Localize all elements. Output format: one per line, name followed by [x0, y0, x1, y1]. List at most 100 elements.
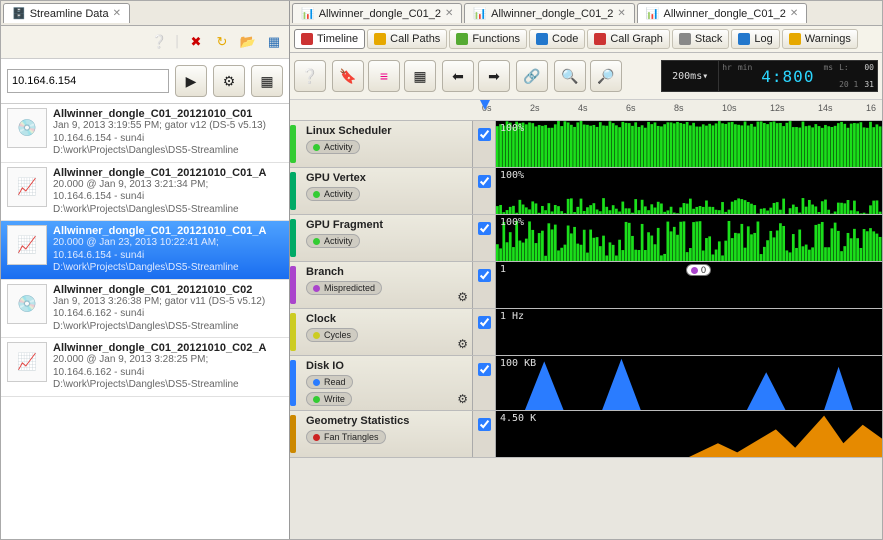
capture-item[interactable]: 📈 Allwinner_dongle_C01_20121010_C02_A 20…	[1, 338, 289, 397]
track-stripe	[290, 219, 296, 257]
close-icon[interactable]: ✕	[617, 8, 625, 19]
gear-icon[interactable]: ⚙	[457, 290, 468, 304]
metric-chip[interactable]: Activity	[306, 187, 360, 201]
track-graph[interactable]: 100 KB	[496, 356, 882, 410]
track-header[interactable]: Clock Cycles ⚙	[290, 309, 473, 355]
track-header[interactable]: GPU Fragment Activity	[290, 215, 473, 261]
tab-label: Allwinner_dongle_C01_2	[491, 8, 613, 20]
capture-item[interactable]: 💿 Allwinner_dongle_C01_20121010_C02 Jan …	[1, 280, 289, 339]
link-button[interactable]: 🔗	[516, 60, 548, 92]
track-name: Linux Scheduler	[306, 125, 466, 137]
capture-meta: 10.164.6.154 - sun4i	[53, 250, 283, 263]
left-toolbar: ❔ │ ✖ ↻ 📂 ▦	[1, 26, 289, 59]
tab-label: Allwinner_dongle_C01_2	[664, 8, 786, 20]
help-button[interactable]: ❔	[294, 60, 326, 92]
metric-chip[interactable]: Activity	[306, 140, 360, 154]
dot-icon	[313, 191, 320, 198]
track-graph[interactable]: 100%	[496, 121, 882, 167]
metric-chip[interactable]: Write	[306, 392, 352, 406]
subtab-call-graph[interactable]: Call Graph	[587, 29, 670, 49]
track-header[interactable]: Linux Scheduler Activity	[290, 121, 473, 167]
bookmark-button[interactable]: 🔖	[332, 60, 364, 92]
track-checkbox[interactable]	[478, 269, 491, 282]
metric-chip[interactable]: Read	[306, 375, 353, 389]
subtab-functions[interactable]: Functions	[449, 29, 527, 49]
track-checkbox[interactable]	[478, 128, 491, 141]
prev-button[interactable]: ⬅	[442, 60, 474, 92]
track-header[interactable]: Disk IO Read Write ⚙	[290, 356, 473, 410]
timeline-tracks[interactable]: Linux Scheduler Activity 100% GPU Vertex…	[290, 121, 882, 539]
tiles-button[interactable]: ▦	[404, 60, 436, 92]
subtab-log[interactable]: Log	[731, 29, 779, 49]
track-graph[interactable]: 100%	[496, 215, 882, 261]
subtab-warnings[interactable]: Warnings	[782, 29, 858, 49]
metric-chip[interactable]: Cycles	[306, 328, 358, 342]
address-input[interactable]	[7, 69, 169, 93]
track-checkbox[interactable]	[478, 175, 491, 188]
capture-meta: D:\work\Projects\Dangles\DS5-Streamline	[53, 262, 283, 275]
gear-icon[interactable]: ⚙	[457, 337, 468, 351]
track-stripe	[290, 313, 296, 351]
marker-badge[interactable]: 0	[686, 264, 711, 276]
dot-icon	[313, 396, 320, 403]
close-icon[interactable]: ✕	[445, 8, 453, 19]
zoom-in-button[interactable]: 🔍	[554, 60, 586, 92]
subtab-icon	[374, 33, 386, 45]
track-branch: Branch Mispredicted ⚙ 1 0	[290, 262, 882, 309]
capture-item[interactable]: 📈 Allwinner_dongle_C01_20121010_C01_A 20…	[1, 221, 289, 280]
tab-streamline-data[interactable]: 🗄️ Streamline Data ✕	[3, 3, 130, 23]
track-checkbox[interactable]	[478, 363, 491, 376]
editor-tab[interactable]: 📊Allwinner_dongle_C01_2✕	[637, 3, 807, 23]
track-graph[interactable]: 4.50 K	[496, 411, 882, 457]
capture-list[interactable]: 💿 Allwinner_dongle_C01_20121010_C01 Jan …	[1, 104, 289, 539]
capture-meta: 20.000 @ Jan 9, 2013 3:21:34 PM;	[53, 179, 283, 192]
delete-icon[interactable]: ✖	[185, 31, 207, 53]
track-checkbox[interactable]	[478, 316, 491, 329]
metric-chip[interactable]: Fan Triangles	[306, 430, 386, 444]
track-linux-scheduler: Linux Scheduler Activity 100%	[290, 121, 882, 168]
track-geometry-statistics: Geometry Statistics Fan Triangles 4.50 K	[290, 411, 882, 458]
close-icon[interactable]: ✕	[113, 8, 121, 19]
settings-button[interactable]: ⚙	[213, 65, 245, 97]
track-graph[interactable]: 100%	[496, 168, 882, 214]
track-header[interactable]: Branch Mispredicted ⚙	[290, 262, 473, 308]
zoom-out-button[interactable]: 🔎	[590, 60, 622, 92]
subtab-timeline[interactable]: Timeline	[294, 29, 365, 49]
track-graph[interactable]: 1 0	[496, 262, 882, 308]
capture-item[interactable]: 💿 Allwinner_dongle_C01_20121010_C01 Jan …	[1, 104, 289, 163]
time-ruler[interactable]: 0s2s4s6s8s10s12s14s16	[290, 100, 882, 121]
gear-icon[interactable]: ⚙	[457, 392, 468, 406]
subtab-call-paths[interactable]: Call Paths	[367, 29, 447, 49]
grid-button[interactable]: ▦	[251, 65, 283, 97]
metric-chip[interactable]: Mispredicted	[306, 281, 382, 295]
subtab-label: Call Paths	[390, 33, 440, 45]
timeline-toolbar: ❔ 🔖 ≡ ▦ ⬅ ➡ 🔗 🔍 🔎 200ms ▾ hr min 4:800 m…	[290, 53, 882, 100]
close-icon[interactable]: ✕	[790, 8, 798, 19]
filter-button[interactable]: ≡	[368, 60, 400, 92]
capture-item[interactable]: 📈 Allwinner_dongle_C01_20121010_C01_A 20…	[1, 163, 289, 222]
track-name: Disk IO	[306, 360, 466, 372]
track-header[interactable]: Geometry Statistics Fan Triangles	[290, 411, 473, 457]
open-folder-icon[interactable]: 📂	[237, 31, 259, 53]
help-icon[interactable]: ❔	[148, 31, 170, 53]
run-button[interactable]: ▶	[175, 65, 207, 97]
track-checkbox-cell	[473, 309, 496, 355]
capture-thumb-icon: 📈	[7, 225, 47, 265]
track-checkbox[interactable]	[478, 418, 491, 431]
track-graph[interactable]: 1 Hz	[496, 309, 882, 355]
track-checkbox[interactable]	[478, 222, 491, 235]
chart-icon[interactable]: ▦	[263, 31, 285, 53]
editor-tab[interactable]: 📊Allwinner_dongle_C01_2✕	[292, 3, 462, 23]
range-selector[interactable]: 200ms ▾	[662, 61, 719, 91]
editor-tab[interactable]: 📊Allwinner_dongle_C01_2✕	[464, 3, 634, 23]
next-button[interactable]: ➡	[478, 60, 510, 92]
track-header[interactable]: GPU Vertex Activity	[290, 168, 473, 214]
subtab-stack[interactable]: Stack	[672, 29, 730, 49]
subtab-code[interactable]: Code	[529, 29, 585, 49]
metric-chip[interactable]: Activity	[306, 234, 360, 248]
dot-icon	[313, 285, 320, 292]
refresh-icon[interactable]: ↻	[211, 31, 233, 53]
track-value-label: 100%	[500, 123, 524, 134]
capture-meta: 10.164.6.162 - sun4i	[53, 367, 283, 380]
track-value-label: 1	[500, 264, 506, 275]
